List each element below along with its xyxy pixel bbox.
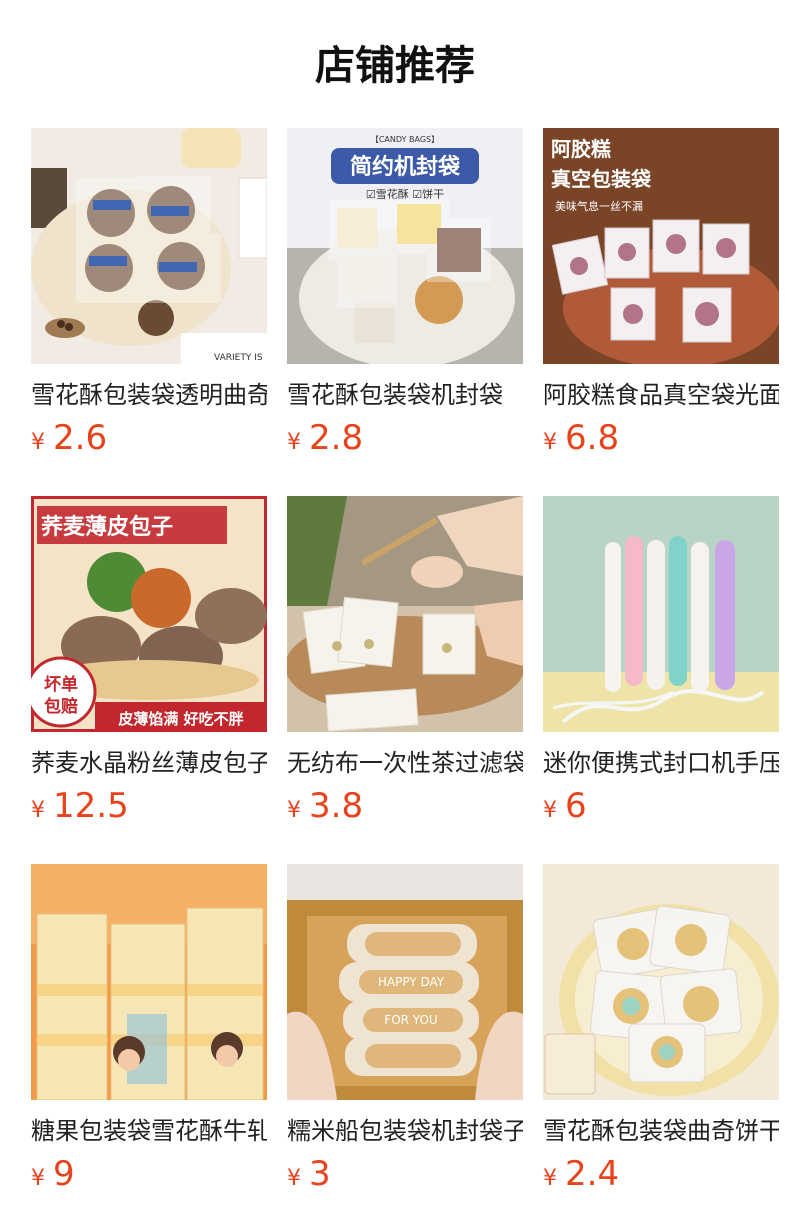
- thumb-headline: 荞麦薄皮包子: [41, 514, 173, 540]
- tea-filter-bags-image: [287, 496, 523, 732]
- cookie-bags-image: VARIETY IS: [31, 128, 267, 364]
- product-image[interactable]: 荞麦薄皮包子 坏单 包赔 皮薄馅满 好吃不胖: [31, 496, 267, 732]
- product-card[interactable]: 迷你便携式封口机手压 ¥6: [543, 496, 779, 834]
- sealed-bags-image: 【CANDY BAGS】 简约机封袋 ☑雪花酥 ☑饼干: [287, 128, 523, 364]
- product-price: ¥2.8: [287, 416, 523, 466]
- product-card[interactable]: 阿胶糕 真空包装袋 美味气息一丝不漏 阿胶糕食品真空袋光面 ¥ 6.8: [543, 128, 779, 466]
- thumb-headline: 简约机封袋: [350, 154, 461, 180]
- thumb-headline: 阿胶糕: [551, 137, 611, 161]
- product-price: ¥3.8: [287, 784, 523, 834]
- price-value: 2.8: [309, 418, 364, 458]
- product-name[interactable]: 迷你便携式封口机手压: [543, 746, 779, 780]
- product-price: ¥6: [543, 784, 779, 834]
- price-value: 6: [565, 786, 587, 826]
- buckwheat-buns-image: 荞麦薄皮包子 坏单 包赔 皮薄馅满 好吃不胖: [31, 496, 267, 732]
- product-image[interactable]: [543, 864, 779, 1100]
- currency-symbol: ¥: [543, 430, 557, 455]
- product-name[interactable]: 糖果包装袋雪花酥牛轧: [31, 1114, 267, 1148]
- product-name[interactable]: 荞麦水晶粉丝薄皮包子: [31, 746, 267, 780]
- product-card[interactable]: HAPPY DAY FOR YOU 糯米船包装袋机封袋子 ¥3: [287, 864, 523, 1202]
- candy-boxes-image: [31, 864, 267, 1100]
- product-image[interactable]: 【CANDY BAGS】 简约机封袋 ☑雪花酥 ☑饼干: [287, 128, 523, 364]
- product-name[interactable]: 雪花酥包装袋机封袋: [287, 378, 523, 412]
- thumb-badge: 坏单: [44, 674, 78, 695]
- thumb-caption: VARIETY IS: [214, 353, 263, 363]
- product-image[interactable]: VARIETY IS: [31, 128, 267, 364]
- product-name[interactable]: 糯米船包装袋机封袋子: [287, 1114, 523, 1148]
- price-value: 6.8: [565, 418, 620, 458]
- product-image[interactable]: [543, 496, 779, 732]
- currency-symbol: ¥: [287, 430, 301, 455]
- price-value: 3: [309, 1154, 331, 1194]
- price-value: 9: [53, 1154, 75, 1194]
- product-name[interactable]: 阿胶糕食品真空袋光面: [543, 378, 779, 412]
- currency-symbol: ¥: [287, 798, 301, 823]
- price-value: 3.8: [309, 786, 364, 826]
- product-price: ¥2.4: [543, 1152, 779, 1202]
- thumb-caption: 皮薄馅满 好吃不胖: [118, 710, 243, 728]
- thumb-caption: 美味气息一丝不漏: [555, 199, 643, 213]
- product-card[interactable]: 雪花酥包装袋曲奇饼干 ¥2.4: [543, 864, 779, 1202]
- product-card[interactable]: VARIETY IS 雪花酥包装袋透明曲奇 ¥2.6: [31, 128, 267, 466]
- product-image[interactable]: [31, 864, 267, 1100]
- currency-symbol: ¥: [287, 1166, 301, 1191]
- thumb-caption: FOR YOU: [384, 1013, 437, 1027]
- thumb-badge: 包赔: [44, 696, 78, 717]
- thumb-caption: HAPPY DAY: [378, 975, 445, 989]
- product-price: ¥2.6: [31, 416, 267, 466]
- snowflake-bags-image: [543, 864, 779, 1100]
- thumb-caption: 【CANDY BAGS】: [371, 135, 439, 144]
- price-value: 2.6: [53, 418, 108, 458]
- product-card[interactable]: 【CANDY BAGS】 简约机封袋 ☑雪花酥 ☑饼干 雪花酥包装袋机封袋 ¥ …: [287, 128, 523, 466]
- mini-sealer-image: [543, 496, 779, 732]
- product-price: ¥6.8: [543, 416, 779, 466]
- currency-symbol: ¥: [543, 798, 557, 823]
- product-price: ¥3: [287, 1152, 523, 1202]
- product-price: ¥12.5: [31, 784, 267, 834]
- product-image[interactable]: HAPPY DAY FOR YOU: [287, 864, 523, 1100]
- product-price: ¥9: [31, 1152, 267, 1202]
- product-image[interactable]: 阿胶糕 真空包装袋 美味气息一丝不漏: [543, 128, 779, 364]
- thumb-headline: 真空包装袋: [551, 167, 652, 191]
- currency-symbol: ¥: [31, 798, 45, 823]
- product-name[interactable]: 无纺布一次性茶过滤袋: [287, 746, 523, 780]
- product-grid: VARIETY IS 雪花酥包装袋透明曲奇 ¥2.6 【CANDY BAGS】 …: [0, 0, 790, 1232]
- currency-symbol: ¥: [31, 430, 45, 455]
- price-value: 12.5: [53, 786, 129, 826]
- currency-symbol: ¥: [543, 1166, 557, 1191]
- shop-recommendations-page: 店铺推荐 VARIETY IS 雪花酥包装袋透明曲奇 ¥ 2.6 【CANDY …: [0, 0, 790, 1232]
- product-card[interactable]: 无纺布一次性茶过滤袋 ¥3.8: [287, 496, 523, 834]
- product-name[interactable]: 雪花酥包装袋透明曲奇: [31, 378, 267, 412]
- rice-boat-bags-image: HAPPY DAY FOR YOU: [287, 864, 523, 1100]
- product-image[interactable]: [287, 496, 523, 732]
- currency-symbol: ¥: [31, 1166, 45, 1191]
- price-value: 2.4: [565, 1154, 620, 1194]
- product-name[interactable]: 雪花酥包装袋曲奇饼干: [543, 1114, 779, 1148]
- product-card[interactable]: 荞麦薄皮包子 坏单 包赔 皮薄馅满 好吃不胖 荞麦水晶粉丝薄皮包子 ¥12.5: [31, 496, 267, 834]
- vacuum-bags-image: 阿胶糕 真空包装袋 美味气息一丝不漏: [543, 128, 779, 364]
- product-card[interactable]: 糖果包装袋雪花酥牛轧 ¥9: [31, 864, 267, 1202]
